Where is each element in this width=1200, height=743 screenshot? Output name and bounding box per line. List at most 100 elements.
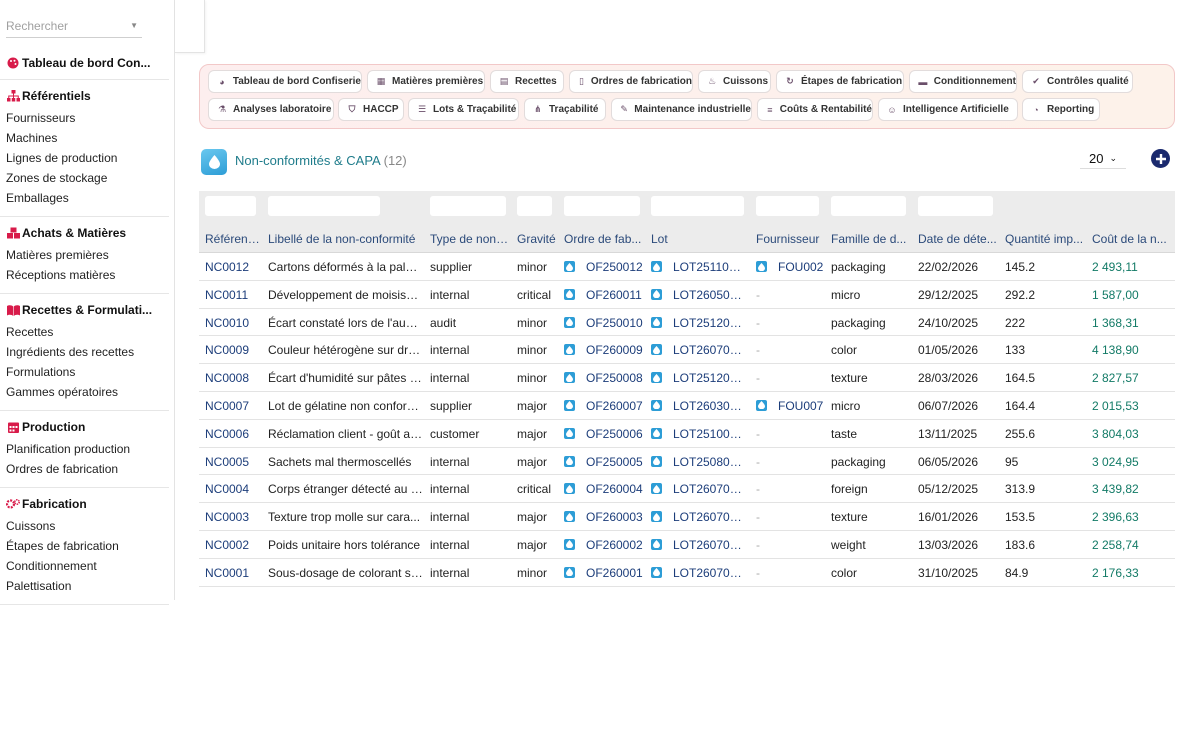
search-input[interactable] <box>6 16 124 36</box>
cell-link-lot[interactable]: LOT25080005 <box>673 455 746 469</box>
column-header[interactable]: Coût de la n... <box>1092 232 1172 246</box>
column-filter-input[interactable] <box>756 196 819 216</box>
sidebar-item[interactable]: Machines <box>0 128 175 148</box>
cell-link-lot[interactable]: LOT25100006 <box>673 427 746 441</box>
sidebar-item-dashboard[interactable]: Tableau de bord Con... <box>0 55 175 71</box>
cell-link-of[interactable]: OF260004 <box>586 482 644 496</box>
sidebar-section-title[interactable]: Référentiels <box>0 88 175 104</box>
cell-link-ref[interactable]: NC0005 <box>205 455 260 469</box>
cell-link-ref[interactable]: NC0011 <box>205 288 260 302</box>
cell-link-of[interactable]: OF250010 <box>586 316 644 330</box>
cell-link-of[interactable]: OF250008 <box>586 371 644 385</box>
cell-link-lot[interactable]: LOT25120012 <box>673 316 746 330</box>
cell-link-lot[interactable]: LOT26070011 <box>673 343 746 357</box>
cell-link-of[interactable]: OF250005 <box>586 455 644 469</box>
table-row[interactable]: NC0011 Développement de moisissu... intern… <box>199 281 1175 309</box>
column-header[interactable]: Date de déte... <box>918 232 998 246</box>
menu-button[interactable]: ◕ Tableau de bord Confiserie <box>208 70 362 93</box>
cell-link-of[interactable]: OF260011 <box>586 288 644 302</box>
column-filter-input[interactable] <box>831 196 906 216</box>
table-row[interactable]: NC0006 Réclamation client - goût at... cus… <box>199 420 1175 448</box>
menu-button[interactable]: ✔ Contrôles qualité <box>1022 70 1133 93</box>
sidebar-item[interactable]: Conditionnement <box>0 556 175 576</box>
table-row[interactable]: NC0003 Texture trop molle sur cara... inte… <box>199 503 1175 531</box>
cell-link-ref[interactable]: NC0010 <box>205 316 260 330</box>
menu-button[interactable]: ↻ Étapes de fabrication <box>776 70 904 93</box>
table-row[interactable]: NC0009 Couleur hétérogène sur dra... inter… <box>199 336 1175 365</box>
menu-button[interactable]: ♨ Cuissons <box>698 70 771 93</box>
sidebar-item[interactable]: Formulations <box>0 362 175 382</box>
sidebar-item[interactable]: Matières premières <box>0 245 175 265</box>
column-header[interactable]: Quantité imp... <box>1005 232 1085 246</box>
sidebar-section-title[interactable]: Production <box>0 419 175 435</box>
cell-link-ref[interactable]: NC0004 <box>205 482 260 496</box>
table-row[interactable]: NC0005 Sachets mal thermoscellés internal m… <box>199 448 1175 476</box>
cell-link-ref[interactable]: NC0012 <box>205 260 260 274</box>
cell-link-of[interactable]: OF250006 <box>586 427 644 441</box>
table-row[interactable]: NC0008 Écart d'humidité sur pâtes d... int… <box>199 364 1175 392</box>
column-header[interactable]: Fournisseur <box>756 232 824 246</box>
menu-button[interactable]: ▤ Recettes <box>490 70 564 93</box>
cell-link-ref[interactable]: NC0007 <box>205 399 260 413</box>
cell-link-lot[interactable]: LOT26030007 <box>673 399 746 413</box>
column-header[interactable]: Lot <box>651 232 746 246</box>
menu-button[interactable]: ⛉ HACCP <box>338 98 404 121</box>
cell-link-of[interactable]: OF260003 <box>586 510 644 524</box>
cell-link-ref[interactable]: NC0001 <box>205 566 260 580</box>
menu-button[interactable]: ☺ Intelligence Artificielle <box>878 98 1018 121</box>
menu-button[interactable]: ≡ Coûts & Rentabilité <box>757 98 873 121</box>
search-box[interactable]: ▼ <box>6 16 142 38</box>
column-filter-input[interactable] <box>918 196 993 216</box>
menu-button[interactable]: ▯ Ordres de fabrication <box>569 70 693 93</box>
sidebar-item[interactable]: Palettisation <box>0 576 175 596</box>
cell-link-of[interactable]: OF250012 <box>586 260 644 274</box>
cell-link-supplier[interactable]: FOU002 <box>778 260 824 274</box>
sidebar-item[interactable]: Cuissons <box>0 516 175 536</box>
cell-link-lot[interactable]: LOT25110014 <box>673 260 746 274</box>
cell-link-of[interactable]: OF260007 <box>586 399 644 413</box>
menu-button[interactable]: ▦ Matières premières <box>367 70 485 93</box>
sidebar-section-title[interactable]: Fabrication <box>0 496 175 512</box>
cell-link-of[interactable]: OF260009 <box>586 343 644 357</box>
column-filter-input[interactable] <box>430 196 506 216</box>
cell-link-lot[interactable]: LOT26070004 <box>673 482 746 496</box>
add-button[interactable] <box>1151 149 1170 168</box>
cell-link-ref[interactable]: NC0008 <box>205 371 260 385</box>
sidebar-item[interactable]: Zones de stockage <box>0 168 175 188</box>
caret-down-icon[interactable]: ▼ <box>130 21 138 30</box>
sidebar-item[interactable]: Étapes de fabrication <box>0 536 175 556</box>
cell-link-of[interactable]: OF260001 <box>586 566 644 580</box>
cell-link-ref[interactable]: NC0009 <box>205 343 260 357</box>
menu-button[interactable]: ⋔ Traçabilité <box>524 98 606 121</box>
column-filter-input[interactable] <box>517 196 552 216</box>
sidebar-section-title[interactable]: Recettes & Formulati... <box>0 302 175 318</box>
sidebar-item[interactable]: Recettes <box>0 322 175 342</box>
table-row[interactable]: NC0004 Corps étranger détecté au d... inte… <box>199 475 1175 504</box>
table-row[interactable]: NC0010 Écart constaté lors de l'audit... a… <box>199 309 1175 337</box>
cell-link-of[interactable]: OF260002 <box>586 538 644 552</box>
menu-button[interactable]: ◔ Reporting <box>1022 98 1100 121</box>
cell-link-supplier[interactable]: FOU007 <box>778 399 824 413</box>
cell-link-lot[interactable]: LOT26070003 <box>673 510 746 524</box>
column-header[interactable]: Ordre de fab... <box>564 232 644 246</box>
cell-link-lot[interactable]: LOT26070002 <box>673 538 746 552</box>
sidebar-item[interactable]: Réceptions matières <box>0 265 175 285</box>
cell-link-ref[interactable]: NC0002 <box>205 538 260 552</box>
menu-button[interactable]: ⚗ Analyses laboratoire <box>208 98 334 121</box>
column-header[interactable]: Référence <box>205 232 260 246</box>
cell-link-ref[interactable]: NC0003 <box>205 510 260 524</box>
cell-link-ref[interactable]: NC0006 <box>205 427 260 441</box>
sidebar-item[interactable]: Gammes opératoires <box>0 382 175 402</box>
menu-button[interactable]: ▬ Conditionnement <box>909 70 1017 93</box>
cell-link-lot[interactable]: LOT26050013 <box>673 288 746 302</box>
table-row[interactable]: NC0001 Sous-dosage de colorant su... inter… <box>199 559 1175 587</box>
column-header[interactable]: Type de non-... <box>430 232 510 246</box>
column-filter-input[interactable] <box>268 196 380 216</box>
sidebar-item[interactable]: Ordres de fabrication <box>0 459 175 479</box>
cell-link-lot[interactable]: LOT26070001 <box>673 566 746 580</box>
column-filter-input[interactable] <box>205 196 256 216</box>
menu-button[interactable]: ✎ Maintenance industrielle <box>611 98 752 121</box>
column-filter-input[interactable] <box>564 196 640 216</box>
table-row[interactable]: NC0007 Lot de gélatine non conform... supp… <box>199 392 1175 420</box>
sidebar-item[interactable]: Fournisseurs <box>0 108 175 128</box>
